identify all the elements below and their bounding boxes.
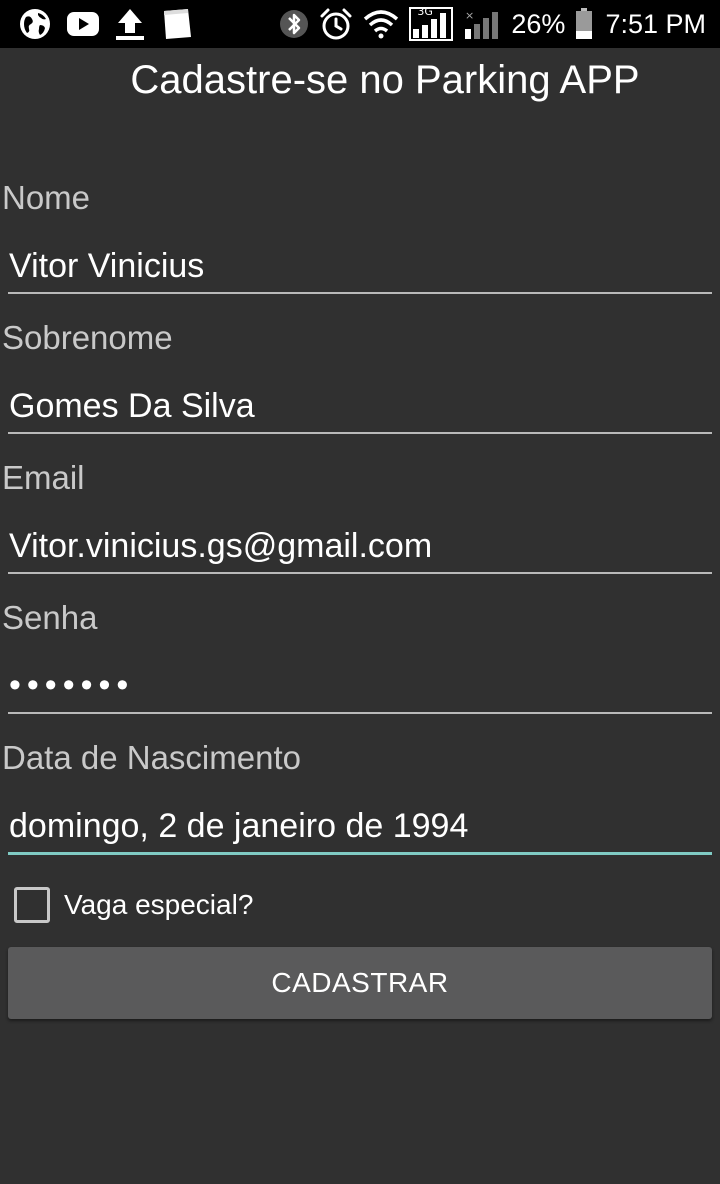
- youtube-icon: [66, 11, 100, 37]
- nome-underline: [8, 292, 712, 294]
- data-nascimento-label: Data de Nascimento: [2, 739, 301, 776]
- sobrenome-input[interactable]: Gomes Da Silva: [9, 385, 255, 427]
- bluetooth-icon: [279, 8, 309, 40]
- vaga-especial-checkbox[interactable]: [14, 887, 50, 923]
- battery-icon: [575, 8, 593, 40]
- senha-label: Senha: [2, 599, 98, 636]
- svg-text:×: ×: [465, 9, 474, 22]
- vaga-especial-row[interactable]: Vaga especial?: [14, 886, 253, 924]
- battery-percentage: 26%: [511, 9, 566, 39]
- data-nascimento-underline: [8, 852, 712, 855]
- status-bar: 3G × 26% 7:51 PM: [0, 0, 720, 48]
- sobrenome-label: Sobrenome: [2, 319, 173, 356]
- clock-time: 7:51 PM: [605, 9, 706, 39]
- nome-input[interactable]: Vitor Vinicius: [9, 245, 204, 287]
- senha-underline: [8, 712, 712, 714]
- email-label: Email: [2, 459, 85, 496]
- signal-2-icon: ×: [463, 7, 501, 41]
- status-bar-left: [18, 6, 194, 42]
- email-input[interactable]: Vitor.vinicius.gs@gmail.com: [9, 525, 432, 567]
- notes-icon: [160, 7, 194, 41]
- globe-icon: [18, 7, 52, 41]
- sobrenome-underline: [8, 432, 712, 434]
- data-nascimento-input[interactable]: domingo, 2 de janeiro de 1994: [9, 805, 468, 847]
- upload-icon: [114, 7, 146, 41]
- cadastrar-button[interactable]: CADASTRAR: [8, 947, 712, 1019]
- alarm-icon: [319, 7, 353, 41]
- signal-3g-icon: 3G: [409, 5, 454, 41]
- network-type-label: 3G: [417, 5, 433, 18]
- email-underline: [8, 572, 712, 574]
- senha-input[interactable]: •••••••: [9, 664, 134, 706]
- status-bar-right: 3G × 26% 7:51 PM: [279, 5, 706, 42]
- page-title: Cadastre-se no Parking APP: [130, 58, 640, 102]
- nome-label: Nome: [2, 179, 91, 216]
- wifi-icon: [363, 9, 399, 39]
- vaga-especial-label[interactable]: Vaga especial?: [64, 886, 253, 924]
